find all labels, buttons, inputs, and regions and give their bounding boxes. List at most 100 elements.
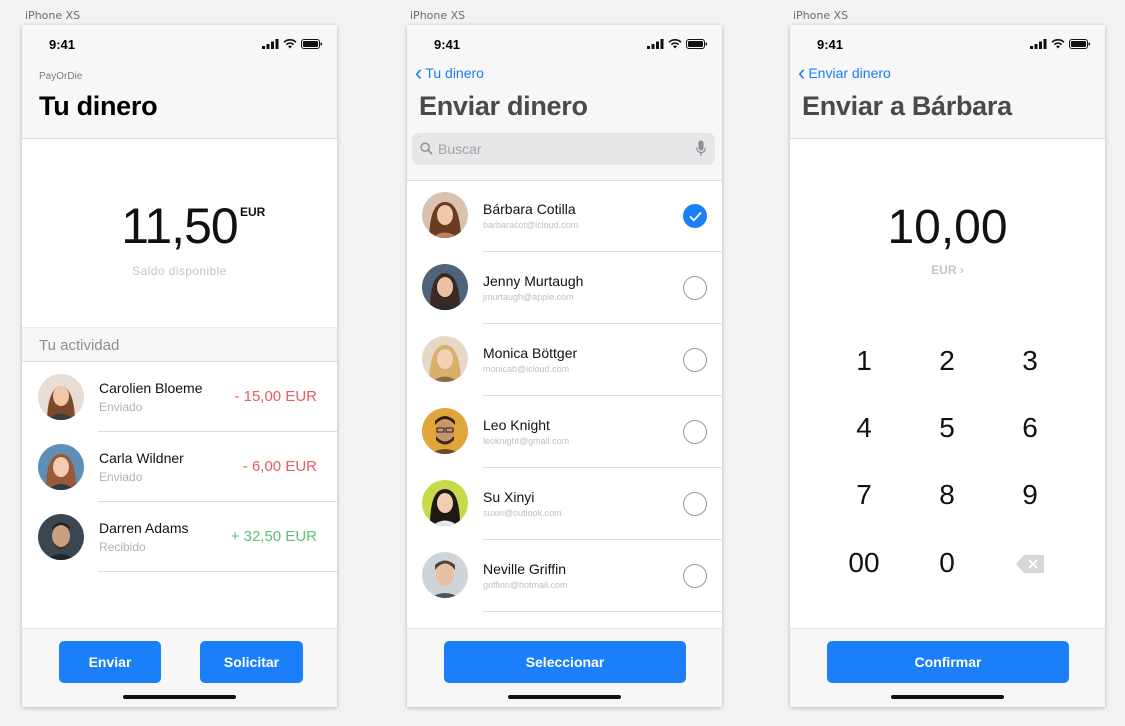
keypad-key-5[interactable]: 5 — [902, 412, 992, 444]
confirm-button[interactable]: Confirmar — [827, 641, 1069, 683]
balance-caption: Saldo disponible — [132, 264, 227, 278]
contact-name: Leo Knight — [483, 417, 550, 433]
activity-status: Enviado — [99, 470, 143, 484]
keypad-key-7[interactable]: 7 — [819, 479, 909, 511]
battery-icon — [1069, 39, 1090, 49]
contact-row[interactable]: Su Xinyi suxin@outlook.com — [407, 468, 722, 540]
send-button[interactable]: Enviar — [59, 641, 161, 683]
contact-row[interactable]: Monica Böttger monicab@icloud.com — [407, 324, 722, 396]
selection-radio[interactable] — [683, 348, 707, 372]
keypad-key-9[interactable]: 9 — [985, 479, 1075, 511]
contact-row[interactable]: Neville Griffin griffinn@hotmail.com — [407, 540, 722, 612]
wifi-icon — [1051, 39, 1065, 49]
avatar — [422, 408, 468, 454]
search-field[interactable]: Buscar — [412, 133, 715, 165]
activity-amount: + 32,50 EUR — [230, 528, 317, 545]
status-time: 9:41 — [434, 37, 461, 52]
bottom-toolbar: Seleccionar — [407, 628, 722, 707]
activity-row[interactable]: Carla Wildner Enviado - 6,00 EUR — [22, 432, 337, 502]
activity-row[interactable]: Darren Adams Recibido + 32,50 EUR — [22, 502, 337, 572]
avatar — [422, 336, 468, 382]
contact-row[interactable]: Bárbara Cotilla barbaracot@icloud.com — [407, 180, 722, 252]
phone-screen-tu-dinero: PayOrDie Tu dinero 9:41 11,50 EUR Saldo … — [22, 25, 337, 707]
wifi-icon — [668, 39, 682, 49]
activity-amount: - 6,00 EUR — [242, 458, 317, 475]
avatar — [38, 374, 84, 420]
avatar — [422, 192, 468, 238]
keypad-key-0[interactable]: 0 — [902, 547, 992, 579]
back-label: Tu dinero — [425, 65, 484, 81]
phone-screen-enviar-a-barbara: ‹ Enviar dinero Enviar a Bárbara 9:41 10… — [790, 25, 1105, 707]
delete-key[interactable] — [985, 555, 1075, 573]
microphone-icon[interactable] — [696, 140, 706, 157]
contact-email: leoknight@gmail.com — [483, 436, 570, 446]
balance-amount: 11,50 — [121, 198, 238, 254]
keypad-key-3[interactable]: 3 — [985, 345, 1075, 377]
request-button[interactable]: Solicitar — [200, 641, 303, 683]
currency-selector[interactable]: EUR › — [790, 263, 1105, 277]
chevron-left-icon: ‹ — [415, 60, 423, 85]
chevron-left-icon: ‹ — [798, 60, 806, 85]
status-bar: 9:41 — [790, 25, 1105, 65]
contact-row[interactable]: Jenny Murtaugh jmurtaugh@apple.com — [407, 252, 722, 324]
contact-name: Su Xinyi — [483, 489, 535, 505]
keypad-key-8[interactable]: 8 — [902, 479, 992, 511]
keypad-key-4[interactable]: 4 — [819, 412, 909, 444]
home-indicator — [123, 695, 236, 699]
send-amount: 10,00 — [887, 201, 1008, 254]
wifi-icon — [283, 39, 297, 49]
contact-name: Neville Griffin — [483, 561, 566, 577]
back-label: Enviar dinero — [808, 65, 891, 81]
activity-row[interactable]: Carolien Bloeme Enviado - 15,00 EUR — [22, 362, 337, 432]
activity-name: Darren Adams — [99, 520, 189, 536]
status-time: 9:41 — [49, 37, 76, 52]
backspace-icon — [1016, 555, 1044, 573]
keypad-key-1[interactable]: 1 — [819, 345, 909, 377]
row-divider — [98, 571, 337, 572]
contact-email: jmurtaugh@apple.com — [483, 292, 574, 302]
keypad-key-6[interactable]: 6 — [985, 412, 1075, 444]
search-placeholder: Buscar — [438, 141, 482, 157]
selection-radio[interactable] — [683, 204, 707, 228]
contact-name: Monica Böttger — [483, 345, 578, 361]
avatar — [422, 552, 468, 598]
artboard-label-1: iPhone XS — [25, 9, 81, 22]
contact-email: barbaracot@icloud.com — [483, 220, 579, 230]
contact-row[interactable]: Leo Knight leoknight@gmail.com — [407, 396, 722, 468]
activity-status: Enviado — [99, 400, 143, 414]
selection-radio[interactable] — [683, 276, 707, 300]
selection-radio[interactable] — [683, 564, 707, 588]
page-title: Tu dinero — [39, 91, 158, 121]
page-title: Enviar a Bárbara — [802, 91, 1012, 121]
keypad-key-00[interactable]: 00 — [819, 547, 909, 579]
status-time: 9:41 — [817, 37, 844, 52]
activity-name: Carolien Bloeme — [99, 380, 203, 396]
battery-icon — [686, 39, 707, 49]
avatar — [38, 514, 84, 560]
avatar — [422, 480, 468, 526]
status-bar: 9:41 — [22, 25, 337, 65]
battery-icon — [301, 39, 322, 49]
contact-name: Bárbara Cotilla — [483, 201, 576, 217]
contact-email: suxin@outlook.com — [483, 508, 562, 518]
back-button[interactable]: ‹ Enviar dinero — [798, 62, 891, 84]
keypad-key-2[interactable]: 2 — [902, 345, 992, 377]
page-title: Enviar dinero — [419, 91, 588, 121]
chevron-right-icon: › — [956, 263, 964, 277]
contact-name: Jenny Murtaugh — [483, 273, 584, 289]
search-icon — [420, 142, 433, 155]
activity-amount: - 15,00 EUR — [234, 388, 317, 405]
row-divider — [483, 611, 722, 612]
back-button[interactable]: ‹ Tu dinero — [415, 62, 484, 84]
select-button[interactable]: Seleccionar — [444, 641, 686, 683]
balance-panel: 11,50 EUR Saldo disponible — [22, 139, 337, 327]
cellular-signal-icon — [647, 39, 664, 49]
selection-radio[interactable] — [683, 420, 707, 444]
bottom-toolbar: Confirmar — [790, 628, 1105, 707]
status-bar: 9:41 — [407, 25, 722, 65]
contact-email: monicab@icloud.com — [483, 364, 570, 374]
selection-radio[interactable] — [683, 492, 707, 516]
activity-status: Recibido — [99, 540, 146, 554]
artboard-label-3: iPhone XS — [793, 9, 849, 22]
contact-email: griffinn@hotmail.com — [483, 580, 568, 590]
